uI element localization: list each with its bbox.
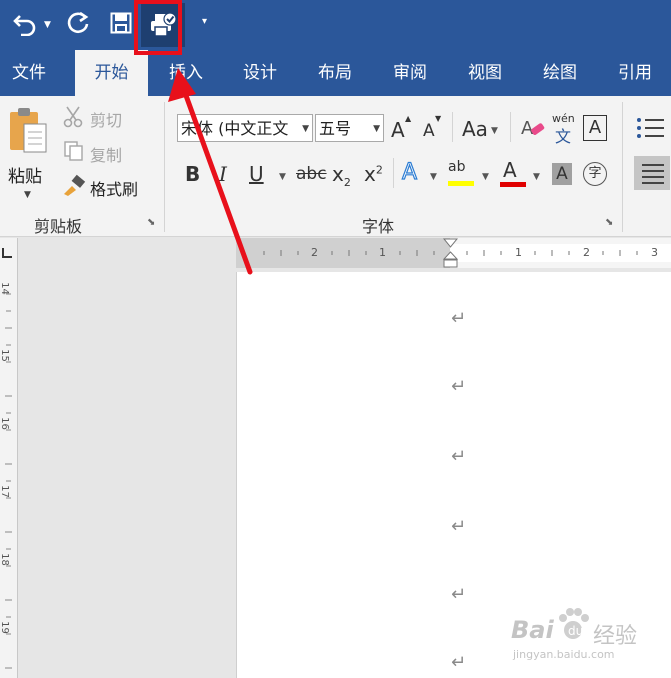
character-shading-button[interactable]: A xyxy=(552,163,572,185)
vertical-ruler[interactable]: 14 15 16 17 18 19 xyxy=(0,238,18,678)
paste-label: 粘贴 xyxy=(8,167,42,187)
svg-text:A: A xyxy=(521,118,534,139)
ribbon-home: 粘贴 ▼ 剪切 复制 格式刷 剪贴板 ⬊ 宋体 (中文正文 ▼ 五号 ▼ A ▲… xyxy=(0,96,671,237)
vruler-label: 18 xyxy=(0,553,10,566)
format-painter-icon xyxy=(62,174,86,200)
font-size-combo[interactable]: 五号 ▼ xyxy=(315,114,384,142)
subscript-button[interactable]: x2 xyxy=(332,162,351,189)
highlight-dropdown-icon[interactable]: ▼ xyxy=(482,172,489,182)
font-separator xyxy=(452,112,453,142)
superscript-mark: 2 xyxy=(375,163,383,177)
text-effects-button[interactable]: A xyxy=(401,159,417,185)
tab-home[interactable]: 开始 xyxy=(75,50,148,96)
ruler-label: 1 xyxy=(515,246,522,259)
character-border-button[interactable]: A xyxy=(583,115,607,141)
ruler-label: 2 xyxy=(583,246,590,259)
paragraph-mark: ↵ xyxy=(451,652,467,673)
shrink-font-caret-icon: ▼ xyxy=(435,114,442,123)
paragraph-mark: ↵ xyxy=(451,584,467,605)
tab-draw[interactable]: 绘图 xyxy=(524,50,596,96)
font-separator xyxy=(510,112,511,142)
font-size-value: 五号 xyxy=(319,119,352,138)
paw-icon: du xyxy=(555,606,591,646)
change-case-dropdown-icon[interactable]: ▼ xyxy=(491,126,498,136)
copy-button[interactable]: 复制 xyxy=(90,142,122,166)
highlight-button[interactable]: ab xyxy=(448,159,474,187)
ruler-label: 2 xyxy=(311,246,318,259)
copy-icon xyxy=(63,140,85,166)
ruler-label: 3 xyxy=(651,246,658,259)
underline-dropdown-icon[interactable]: ▼ xyxy=(279,172,286,182)
paragraph-mark: ↵ xyxy=(451,308,467,329)
font-name-dropdown-icon[interactable]: ▼ xyxy=(302,115,309,141)
vruler-label: 15 xyxy=(0,349,10,362)
subscript-x: x xyxy=(332,162,344,186)
tab-layout[interactable]: 布局 xyxy=(299,50,371,96)
font-group-label: 字体 xyxy=(362,217,395,236)
font-dialog-launcher-icon[interactable]: ⬊ xyxy=(605,217,613,228)
clipboard-group-label: 剪贴板 xyxy=(34,217,83,236)
bullets-icon[interactable] xyxy=(636,116,664,144)
watermark-brand: Bai xyxy=(511,616,554,644)
strikethrough-button[interactable]: abc xyxy=(296,164,327,184)
cut-button[interactable]: 剪切 xyxy=(90,107,122,131)
grow-font-caret-icon: ▲ xyxy=(405,114,412,123)
phonetic-guide-bottom[interactable]: 文 xyxy=(555,123,571,147)
undo-icon[interactable] xyxy=(12,10,38,40)
superscript-x: x xyxy=(364,162,376,186)
tab-file[interactable]: 文件 xyxy=(0,50,58,96)
indent-marker-icon[interactable] xyxy=(442,238,459,272)
clipboard-dialog-launcher-icon[interactable]: ⬊ xyxy=(147,217,155,228)
text-effects-dropdown-icon[interactable]: ▼ xyxy=(430,172,437,182)
baidu-jingyan-watermark: Bai du 经验 jingyan.baidu.com xyxy=(505,598,665,668)
ruler-label: 1 xyxy=(379,246,386,259)
watermark-url: jingyan.baidu.com xyxy=(513,648,615,661)
format-painter-button[interactable]: 格式刷 xyxy=(90,176,138,200)
vruler-label: 19 xyxy=(0,621,10,634)
tab-view[interactable]: 视图 xyxy=(449,50,521,96)
subscript-mark: 2 xyxy=(343,176,351,189)
group-separator xyxy=(622,102,623,232)
vertical-ruler-ticks xyxy=(5,293,12,669)
paragraph-mark: ↵ xyxy=(451,516,467,537)
horizontal-ruler[interactable]: 2 1 1 2 3 xyxy=(236,238,671,268)
change-case-button[interactable]: Aa xyxy=(462,117,488,141)
paste-button[interactable]: 粘贴 ▼ xyxy=(4,104,52,204)
enclose-characters-button[interactable]: 字 xyxy=(583,162,607,186)
font-separator xyxy=(393,158,394,188)
grow-font-button[interactable]: A xyxy=(391,118,405,142)
save-icon[interactable] xyxy=(110,12,132,38)
customize-qat-icon[interactable]: ▾ xyxy=(202,16,207,27)
tab-references[interactable]: 引用 xyxy=(599,50,671,96)
redo-icon[interactable] xyxy=(66,11,90,39)
paste-dropdown-icon[interactable]: ▼ xyxy=(24,190,31,200)
highlight-color-bar xyxy=(448,181,474,186)
paragraph-mark: ↵ xyxy=(451,376,467,397)
ruler-corner xyxy=(2,248,12,258)
vruler-label: 17 xyxy=(0,485,10,498)
svg-text:du: du xyxy=(568,624,583,638)
ribbon-tabs: 文件 开始 插入 设计 布局 审阅 视图 绘图 引用 xyxy=(0,50,671,96)
font-color-label: A xyxy=(503,158,517,182)
font-color-dropdown-icon[interactable]: ▼ xyxy=(533,172,540,182)
annotation-arrow xyxy=(168,68,253,275)
watermark-brand2: 经验 xyxy=(593,624,638,649)
quick-access-toolbar: ▼ ▾ xyxy=(0,0,671,50)
vruler-label: 14 xyxy=(0,282,10,295)
font-color-button[interactable]: A xyxy=(500,158,526,188)
align-left-icon[interactable] xyxy=(634,156,670,190)
shrink-font-button[interactable]: A xyxy=(423,121,435,141)
undo-dropdown-icon[interactable]: ▼ xyxy=(44,20,51,30)
clear-formatting-icon[interactable]: A xyxy=(521,116,545,144)
paste-icon xyxy=(8,106,48,158)
tab-review[interactable]: 审阅 xyxy=(374,50,446,96)
font-color-bar xyxy=(500,182,526,187)
paragraph-mark: ↵ xyxy=(451,446,467,467)
font-size-dropdown-icon[interactable]: ▼ xyxy=(373,115,380,141)
superscript-button[interactable]: x2 xyxy=(364,162,383,186)
cut-icon xyxy=(63,106,83,132)
highlight-label: ab xyxy=(448,159,466,175)
vruler-label: 16 xyxy=(0,417,10,430)
annotation-highlight-box xyxy=(134,0,182,55)
